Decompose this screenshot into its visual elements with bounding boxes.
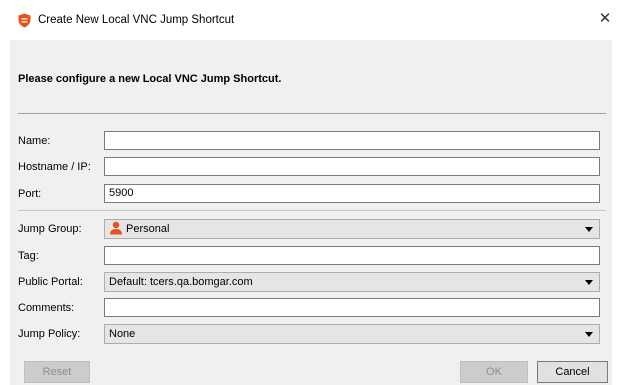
jump-group-value: Personal [126, 223, 170, 235]
tag-label: Tag: [18, 250, 39, 262]
tag-row: Tag: [18, 246, 606, 266]
comments-row: Comments: [18, 298, 606, 318]
form-panel: Please configure a new Local VNC Jump Sh… [10, 40, 612, 385]
divider [18, 210, 606, 211]
public-portal-value: Default: tcers.qa.bomgar.com [109, 276, 253, 288]
port-field[interactable]: 5900 [104, 184, 600, 203]
cancel-button[interactable]: Cancel [537, 361, 608, 383]
close-button[interactable]: ✕ [596, 10, 614, 28]
port-row: Port: 5900 [18, 184, 606, 204]
instructions-text: Please configure a new Local VNC Jump Sh… [18, 73, 282, 85]
comments-field[interactable] [104, 298, 600, 317]
divider [18, 113, 606, 114]
jump-policy-row: Jump Policy: None [18, 324, 606, 344]
jump-group-select[interactable]: Personal [104, 219, 600, 239]
tag-field[interactable] [104, 246, 600, 265]
person-icon [109, 221, 123, 235]
public-portal-label: Public Portal: [18, 276, 83, 288]
dialog-window: Create New Local VNC Jump Shortcut ✕ Ple… [0, 0, 622, 385]
title-bar: Create New Local VNC Jump Shortcut ✕ [0, 0, 622, 40]
jump-group-row: Jump Group: Personal [18, 219, 606, 239]
hostname-row: Hostname / IP: [18, 157, 606, 177]
public-portal-select[interactable]: Default: tcers.qa.bomgar.com [104, 272, 600, 292]
hostname-label: Hostname / IP: [18, 161, 91, 173]
public-portal-row: Public Portal: Default: tcers.qa.bomgar.… [18, 272, 606, 292]
chevron-down-icon [585, 280, 593, 285]
jump-policy-select[interactable]: None [104, 324, 600, 344]
hostname-field[interactable] [104, 157, 600, 176]
jump-policy-value: None [109, 328, 136, 340]
shield-icon [18, 13, 31, 28]
name-field[interactable] [104, 131, 600, 150]
chevron-down-icon [585, 227, 593, 232]
reset-button[interactable]: Reset [24, 361, 90, 383]
name-label: Name: [18, 135, 51, 147]
jump-group-label: Jump Group: [18, 223, 82, 235]
name-row: Name: [18, 131, 606, 151]
window-title: Create New Local VNC Jump Shortcut [38, 14, 235, 26]
chevron-down-icon [585, 332, 593, 337]
ok-button[interactable]: OK [460, 361, 528, 383]
comments-label: Comments: [18, 302, 75, 314]
jump-policy-label: Jump Policy: [18, 328, 81, 340]
port-label: Port: [18, 188, 42, 200]
